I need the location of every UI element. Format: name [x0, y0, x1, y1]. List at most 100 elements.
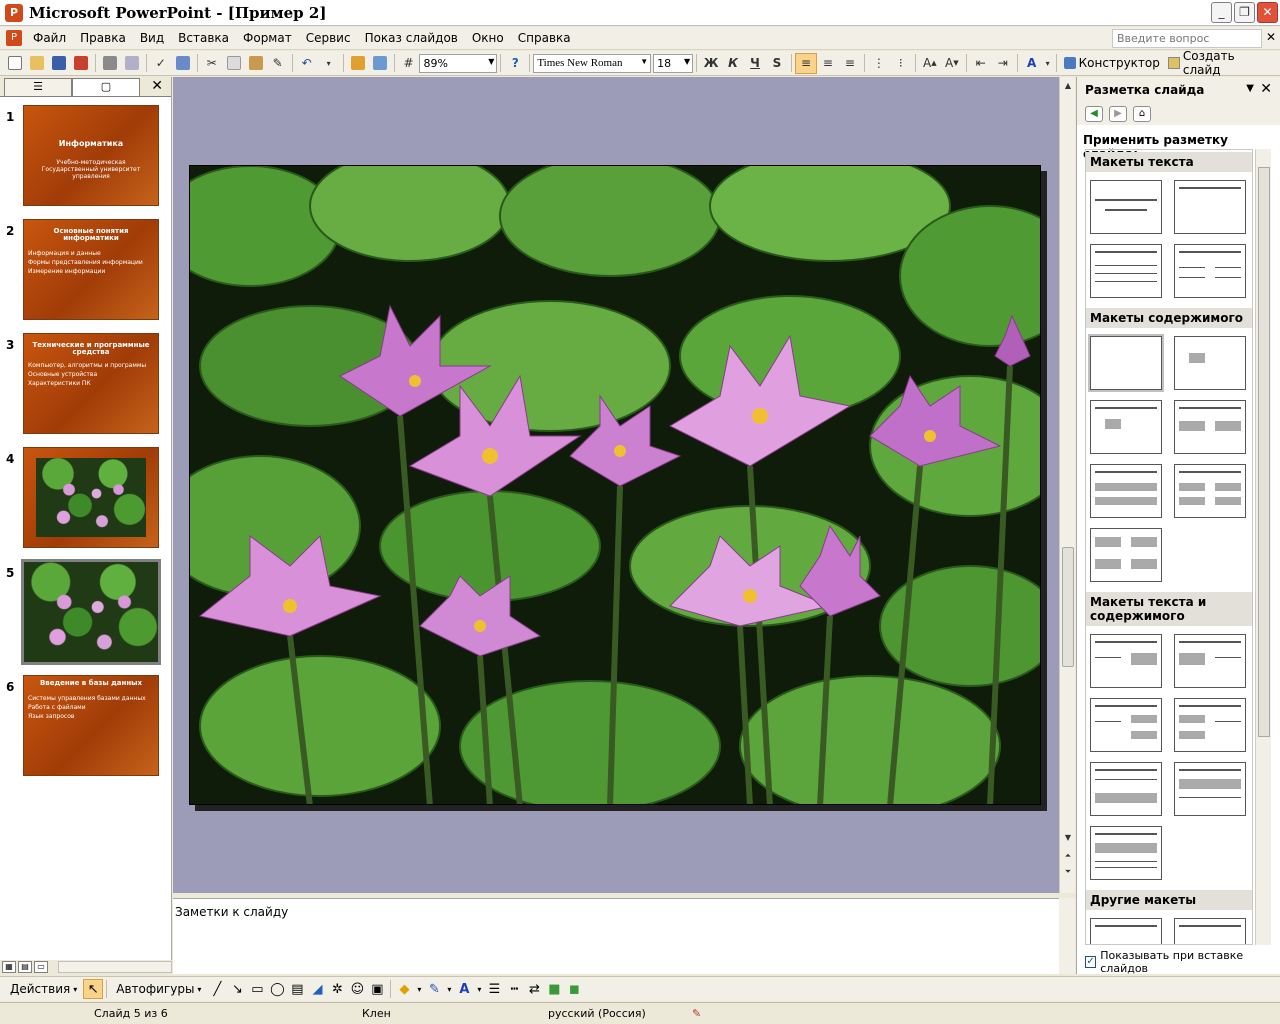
font-color-icon[interactable]: A [454, 979, 474, 999]
close-button[interactable]: ✕ [1257, 2, 1278, 23]
menu-edit[interactable]: Правка [73, 31, 133, 45]
powerpoint-app-icon[interactable]: P [5, 3, 23, 22]
menu-tools[interactable]: Сервис [299, 31, 358, 45]
notes-pane[interactable]: Заметки к слайду [173, 898, 1059, 974]
minimize-button[interactable]: _ [1211, 2, 1232, 23]
new-slide-button[interactable]: Создать слайд [1164, 49, 1280, 77]
grid-icon[interactable]: # [398, 53, 420, 74]
task-pane-menu-icon[interactable]: ▼ [1246, 83, 1254, 94]
slide-thumbnail-2[interactable]: Основные понятия информатики Информация … [23, 219, 159, 320]
zoom-select[interactable]: 89% ▼ [419, 53, 498, 73]
menu-file[interactable]: Файл [26, 31, 73, 45]
layout-other-2[interactable] [1174, 918, 1246, 944]
task-pane-scrollbar[interactable] [1255, 149, 1271, 945]
slide-sorter-icon[interactable]: ▤ [18, 961, 32, 973]
decrease-indent-icon[interactable]: ⇤ [970, 53, 992, 74]
arrow-icon[interactable]: ↘ [227, 979, 247, 999]
3d-style-icon[interactable]: ◼ [564, 979, 584, 999]
menu-slideshow[interactable]: Показ слайдов [358, 31, 465, 45]
menu-format[interactable]: Формат [236, 31, 299, 45]
undo-icon[interactable]: ↶ [296, 53, 318, 74]
layout-title-two-content[interactable] [1174, 400, 1246, 454]
layout-content-text-bottom[interactable] [1090, 826, 1162, 880]
line-icon[interactable]: ╱ [207, 979, 227, 999]
oval-icon[interactable]: ◯ [267, 979, 287, 999]
help-search-input[interactable]: Введите вопрос [1112, 29, 1262, 48]
fill-color-dropdown-icon[interactable]: ▾ [414, 979, 424, 999]
layout-title-content-two[interactable] [1090, 464, 1162, 518]
chart-icon[interactable] [347, 53, 369, 74]
tab-outline[interactable]: ☰ [4, 78, 72, 96]
designer-button[interactable]: Конструктор [1060, 56, 1164, 70]
layout-other-1[interactable] [1090, 918, 1162, 944]
print-icon[interactable] [99, 53, 121, 74]
align-center-icon[interactable]: ≡ [817, 53, 839, 74]
current-slide[interactable] [189, 165, 1041, 805]
bold-button[interactable]: Ж [700, 53, 722, 74]
undo-dropdown-icon[interactable]: ▾ [318, 53, 340, 74]
dash-style-icon[interactable]: ┅ [504, 979, 524, 999]
line-style-icon[interactable]: ☰ [484, 979, 504, 999]
layout-two-columns[interactable] [1174, 244, 1246, 298]
shadow-button[interactable]: S [766, 53, 788, 74]
layout-content[interactable] [1174, 336, 1246, 390]
font-color-dropdown-icon[interactable]: ▾ [1043, 53, 1053, 74]
slide-thumbnail-4[interactable] [23, 447, 159, 548]
underline-button[interactable]: Ч [744, 53, 766, 74]
home-icon[interactable]: ⌂ [1133, 106, 1151, 122]
show-on-insert-option[interactable]: ✓ Показывать при вставке слайдов [1085, 949, 1280, 975]
new-icon[interactable] [4, 53, 26, 74]
slide-thumbnail-6[interactable]: Введение в базы данных Системы управлени… [23, 675, 159, 776]
align-left-icon[interactable]: ≡ [794, 52, 817, 74]
font-color-dropdown-icon[interactable]: ▾ [474, 979, 484, 999]
select-pointer-icon[interactable]: ↖ [83, 979, 104, 999]
save-icon[interactable] [48, 53, 70, 74]
actions-menu[interactable]: Действия ▾ [4, 982, 83, 996]
layout-blank[interactable] [1088, 334, 1164, 392]
line-color-icon[interactable]: ✎ [424, 979, 444, 999]
diagram-icon[interactable]: ✲ [327, 979, 347, 999]
layout-text-over-content[interactable] [1090, 762, 1162, 816]
font-name-select[interactable]: Times New Roman ▼ [533, 53, 652, 73]
fill-color-icon[interactable]: ◆ [394, 979, 414, 999]
layout-two-content-text[interactable] [1174, 698, 1246, 752]
document-icon[interactable]: P [6, 30, 22, 46]
spelling-status-icon[interactable]: ✎ [692, 1007, 701, 1020]
menu-view[interactable]: Вид [133, 31, 171, 45]
layout-title-content[interactable] [1090, 400, 1162, 454]
layout-title-text[interactable] [1090, 244, 1162, 298]
menu-insert[interactable]: Вставка [171, 31, 236, 45]
layout-content-and-text[interactable] [1174, 634, 1246, 688]
scroll-down-icon[interactable]: ▼ [1061, 831, 1075, 845]
slide-thumbnail-5[interactable] [20, 558, 162, 666]
scroll-thumb[interactable] [1062, 547, 1074, 667]
help-icon[interactable]: ? [504, 53, 526, 74]
menu-window[interactable]: Окно [465, 31, 511, 45]
layout-title-only[interactable] [1174, 180, 1246, 234]
line-color-dropdown-icon[interactable]: ▾ [444, 979, 454, 999]
back-icon[interactable]: ◀ [1085, 106, 1103, 122]
layout-title-slide[interactable] [1090, 180, 1162, 234]
normal-view-icon[interactable]: ▦ [2, 961, 16, 973]
layout-content-over-text[interactable] [1174, 762, 1246, 816]
slide-thumbnail-1[interactable]: Информатика Учебно-методическая Государс… [23, 105, 159, 206]
rectangle-icon[interactable]: ▭ [247, 979, 267, 999]
permission-icon[interactable] [70, 53, 92, 74]
increase-font-icon[interactable]: A ▲ [919, 53, 941, 74]
tab-slides[interactable]: ▢ [72, 78, 140, 96]
copy-icon[interactable] [223, 53, 245, 74]
layout-title-four-content[interactable] [1174, 464, 1246, 518]
open-icon[interactable] [26, 53, 48, 74]
font-color-icon[interactable]: A [1021, 53, 1043, 74]
task-pane-close-icon[interactable]: ✕ [1260, 81, 1272, 97]
forward-icon[interactable]: ▶ [1109, 106, 1127, 122]
italic-button[interactable]: К [722, 53, 744, 74]
increase-indent-icon[interactable]: ⇥ [992, 53, 1014, 74]
clipart-icon[interactable]: ☺ [347, 979, 367, 999]
notes-scrollbar[interactable] [1059, 898, 1075, 974]
panel-close-icon[interactable]: ✕ [151, 78, 163, 94]
slide-thumbnail-3[interactable]: Технические и программные средства Компь… [23, 333, 159, 434]
numbering-icon[interactable]: ⋮ [868, 53, 890, 74]
format-painter-icon[interactable]: ✎ [267, 53, 289, 74]
maximize-button[interactable]: ❐ [1234, 2, 1255, 23]
